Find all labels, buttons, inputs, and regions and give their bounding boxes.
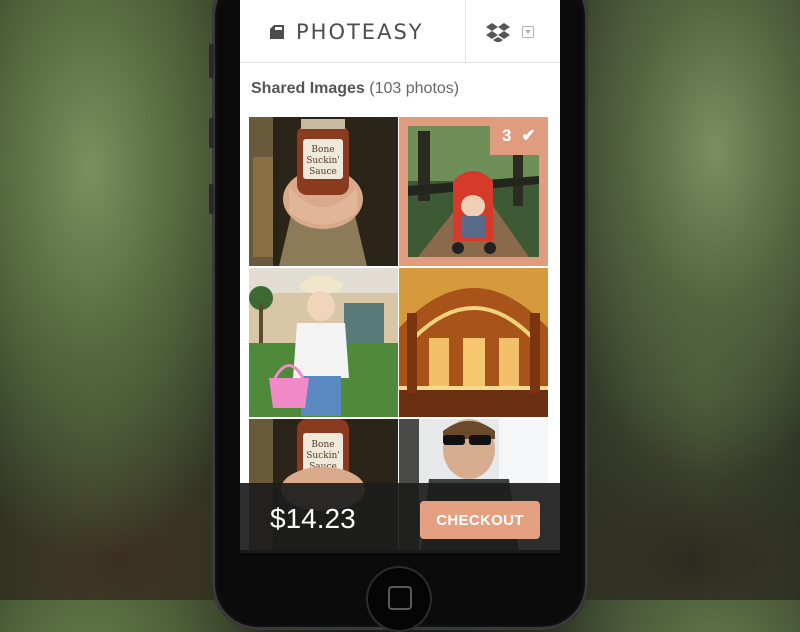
app-screen: PHOTEASY Shared Images (103 photos) Bone… (240, 0, 560, 550)
photo-stack-icon (268, 23, 286, 41)
app-header: PHOTEASY (240, 0, 560, 63)
check-icon: ✔ (521, 126, 536, 145)
gallery-heading: Shared Images (103 photos) (251, 80, 459, 98)
dropbox-icon[interactable] (486, 22, 510, 43)
checkout-button[interactable]: CHECKOUT (420, 501, 540, 539)
app-name: PHOTEASY (296, 20, 424, 44)
photo-count: (103 photos) (369, 80, 460, 97)
order-total: $14.23 (270, 503, 356, 534)
selection-badge: 3 ✔ (490, 117, 548, 155)
jar-label-line1: Bone (311, 440, 334, 450)
jar-label-line3: Sauce (309, 167, 337, 177)
home-button (366, 566, 432, 632)
checkout-bar: $14.23 CHECKOUT (240, 483, 560, 553)
selection-count: 3 (502, 126, 512, 145)
volume-down-button (209, 184, 214, 214)
mute-switch (209, 44, 214, 78)
photo-thumbnail-selected[interactable]: 3 ✔ (399, 117, 548, 266)
photo-thumbnail[interactable] (249, 268, 398, 417)
jar-label-line2: Suckin' (306, 156, 340, 166)
chevron-down-icon[interactable] (522, 26, 534, 38)
photo-thumbnail[interactable] (399, 268, 548, 417)
header-divider (465, 0, 466, 62)
jar-label-line2: Suckin' (306, 451, 340, 461)
app-logo[interactable]: PHOTEASY (268, 20, 424, 44)
jar-label-line1: Bone (311, 145, 334, 155)
volume-up-button (209, 118, 214, 148)
gallery-title: Shared Images (251, 80, 365, 97)
photo-thumbnail[interactable]: Bone Suckin' Sauce (249, 117, 398, 266)
